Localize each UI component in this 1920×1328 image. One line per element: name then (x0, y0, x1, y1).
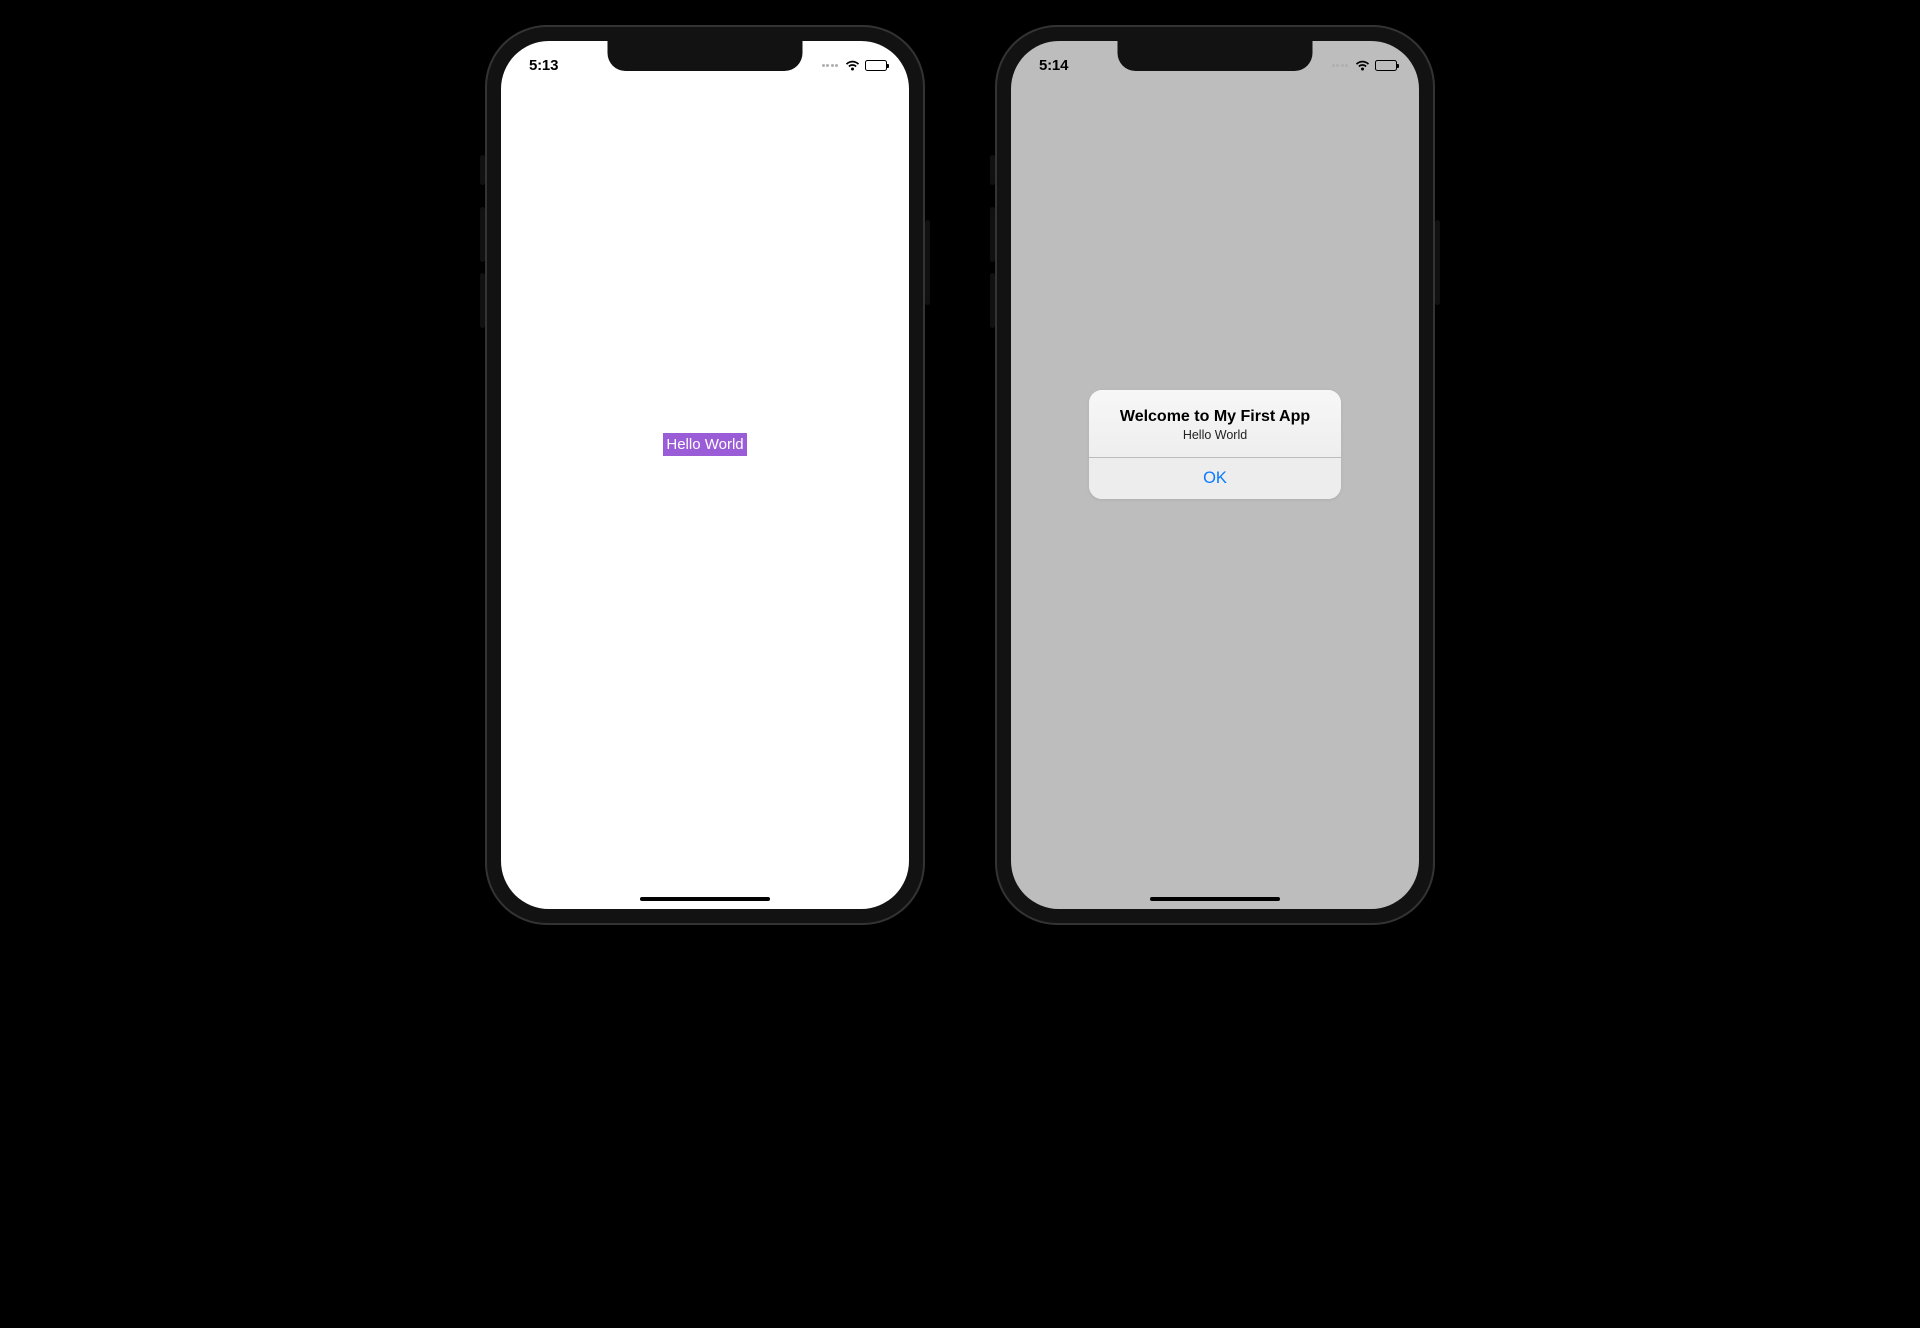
power-button (925, 220, 930, 305)
notch (608, 41, 803, 71)
phone-mockup-right: 5:14 Welcome to My First App Hello World… (995, 25, 1435, 925)
hello-world-button[interactable]: Hello World (663, 433, 746, 456)
wifi-icon (845, 60, 860, 71)
app-content: Hello World (501, 85, 909, 909)
wifi-icon (1355, 60, 1370, 71)
battery-icon (865, 60, 887, 71)
phone-mockup-left: 5:13 Hello World (485, 25, 925, 925)
app-content-dimmed: Welcome to My First App Hello World OK (1011, 85, 1419, 909)
status-time: 5:14 (1039, 53, 1068, 74)
battery-icon (1375, 60, 1397, 71)
mute-switch (480, 155, 485, 185)
volume-up-button (480, 207, 485, 262)
alert-actions: OK (1089, 457, 1341, 499)
phone-screen: 5:14 Welcome to My First App Hello World… (1011, 41, 1419, 909)
volume-up-button (990, 207, 995, 262)
alert-ok-button[interactable]: OK (1089, 458, 1341, 499)
alert-message: Hello World (1103, 428, 1327, 442)
phone-screen: 5:13 Hello World (501, 41, 909, 909)
cellular-signal-icon (822, 64, 839, 67)
power-button (1435, 220, 1440, 305)
status-right (1332, 56, 1398, 71)
home-indicator[interactable] (1150, 897, 1280, 902)
cellular-signal-icon (1332, 64, 1349, 67)
mute-switch (990, 155, 995, 185)
volume-down-button (480, 273, 485, 328)
alert-dialog: Welcome to My First App Hello World OK (1089, 390, 1341, 499)
status-time: 5:13 (529, 53, 558, 74)
status-right (822, 56, 888, 71)
alert-title: Welcome to My First App (1103, 408, 1327, 426)
volume-down-button (990, 273, 995, 328)
notch (1118, 41, 1313, 71)
alert-body: Welcome to My First App Hello World (1089, 390, 1341, 457)
home-indicator[interactable] (640, 897, 770, 902)
